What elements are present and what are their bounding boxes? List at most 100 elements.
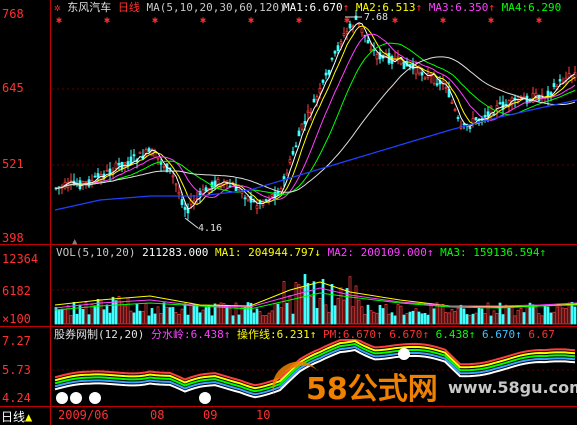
volume-bar bbox=[141, 311, 145, 325]
volume-bar bbox=[459, 304, 463, 325]
volume-bar bbox=[63, 309, 67, 325]
price-candle bbox=[93, 175, 97, 178]
footer-period-tab[interactable]: 日线▲ bbox=[1, 408, 32, 425]
price-candle bbox=[369, 48, 373, 52]
indicator-panel-header: 股券网制(12,20) 分水岭:6.438↑ 操作线:6.231↑ PM:6.6… bbox=[54, 328, 555, 341]
volume-bar bbox=[135, 303, 139, 325]
volume-bar bbox=[279, 307, 283, 325]
volume-bar bbox=[387, 313, 391, 325]
volume-bar bbox=[429, 303, 433, 325]
volume-bar bbox=[156, 306, 160, 325]
volume-bar bbox=[318, 298, 322, 325]
volume-bar bbox=[414, 308, 418, 325]
price-candle bbox=[123, 162, 127, 165]
volume-bar bbox=[237, 314, 241, 325]
stock-name[interactable]: 东风汽车 bbox=[67, 1, 111, 14]
price-candle bbox=[162, 166, 166, 168]
volume-bar bbox=[381, 308, 385, 325]
period-label[interactable]: 日线 bbox=[118, 1, 140, 14]
volume-bar bbox=[420, 313, 424, 325]
star-gear-icon[interactable]: ✲ bbox=[54, 1, 61, 14]
ma2-arrow: ↑ bbox=[415, 1, 423, 14]
volume-bar bbox=[513, 315, 517, 325]
volume-bar bbox=[270, 310, 274, 325]
volume-bar bbox=[177, 314, 181, 325]
vol-ma3: MA3: 159136.594↑ bbox=[440, 246, 547, 259]
ind-v6: 6.670↑ bbox=[481, 328, 522, 341]
volume-bar bbox=[453, 311, 457, 325]
volume-bar bbox=[228, 308, 232, 325]
volume-bar bbox=[90, 304, 94, 325]
price-candle bbox=[486, 111, 490, 117]
volume-bar bbox=[531, 304, 535, 325]
price-candle bbox=[573, 72, 577, 79]
volume-bar bbox=[363, 314, 367, 325]
volume-bar bbox=[573, 306, 577, 325]
volume-bar bbox=[444, 312, 448, 325]
smiley-face-icon bbox=[89, 392, 101, 404]
smiley-face-icon bbox=[70, 392, 82, 404]
price-candle bbox=[117, 162, 121, 166]
price-candle bbox=[132, 154, 136, 157]
price-candle bbox=[303, 120, 307, 125]
volume-bar bbox=[264, 314, 268, 325]
low-price-marker: 4.16 bbox=[198, 223, 223, 234]
volume-bar bbox=[117, 296, 121, 325]
volume-bar bbox=[210, 315, 214, 325]
volume-bar bbox=[189, 302, 193, 325]
volume-bar bbox=[525, 306, 529, 325]
volume-bar bbox=[231, 315, 235, 325]
volume-bar bbox=[102, 309, 106, 325]
signal-star-icon: ✱ bbox=[488, 15, 494, 26]
volume-bar bbox=[105, 304, 109, 325]
volume-bar bbox=[150, 308, 154, 325]
volume-bar bbox=[312, 281, 316, 325]
volume-bar bbox=[276, 303, 280, 325]
signal-star-icon: ✱ bbox=[200, 15, 206, 26]
volume-bar bbox=[192, 304, 196, 325]
volume-bar bbox=[81, 309, 85, 325]
volume-bar bbox=[426, 314, 430, 325]
volume-bar bbox=[492, 310, 496, 325]
volume-bar bbox=[108, 312, 112, 325]
volume-bar bbox=[333, 305, 337, 325]
price-tick-521: 521 bbox=[2, 157, 24, 171]
op-value: 6.231↑ bbox=[276, 328, 317, 341]
volume-bar bbox=[183, 303, 187, 325]
ind-tick-727: 7.27 bbox=[2, 334, 31, 348]
price-candle bbox=[138, 151, 142, 154]
price-candle bbox=[171, 175, 175, 178]
price-candle bbox=[396, 55, 400, 58]
price-candle bbox=[414, 67, 418, 75]
price-candle bbox=[177, 191, 181, 195]
volume-bar bbox=[462, 308, 466, 325]
price-candle bbox=[264, 199, 268, 201]
volume-bar bbox=[411, 310, 415, 325]
ind-tick-573: 5.73 bbox=[2, 363, 31, 377]
volume-bar bbox=[522, 312, 526, 325]
price-candle bbox=[105, 169, 109, 172]
date-label-10: 10 bbox=[256, 408, 271, 422]
price-tick-645: 645 bbox=[2, 81, 24, 95]
volume-bar bbox=[174, 312, 178, 325]
volume-bar bbox=[285, 302, 289, 325]
date-label-09: 09 bbox=[203, 408, 218, 422]
price-candle bbox=[435, 83, 439, 86]
price-candle bbox=[366, 39, 370, 44]
volume-bar bbox=[87, 314, 91, 325]
ind-v7: 6.67 bbox=[528, 328, 555, 341]
volume-bar bbox=[438, 304, 442, 325]
signal-star-icon: ✱ bbox=[248, 15, 254, 26]
volume-bar bbox=[147, 315, 151, 325]
price-candle bbox=[147, 148, 151, 152]
price-candle bbox=[342, 33, 346, 36]
volume-bar bbox=[303, 274, 307, 325]
volume-bar bbox=[480, 308, 484, 325]
ma3-arrow: ↑ bbox=[488, 1, 495, 14]
volume-bar bbox=[111, 296, 115, 325]
price-candle bbox=[501, 101, 505, 110]
volume-bar bbox=[207, 305, 211, 325]
signal-star-icon: ✱ bbox=[344, 15, 350, 26]
ma4-label: MA4: bbox=[501, 1, 529, 14]
volume-bar bbox=[537, 313, 541, 325]
